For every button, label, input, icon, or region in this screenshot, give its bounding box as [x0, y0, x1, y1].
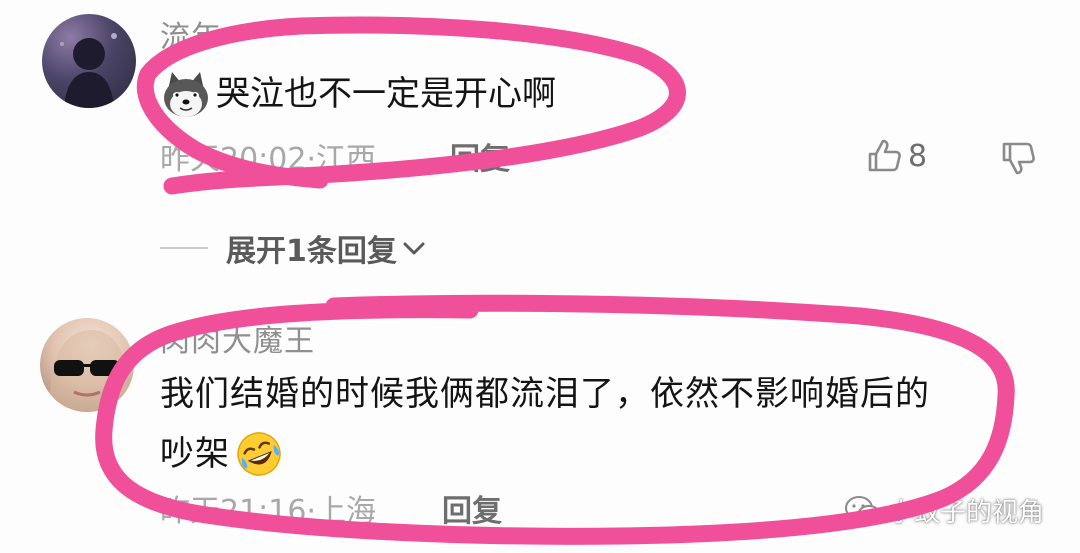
divider	[160, 247, 208, 249]
watermark: 小蚊子的视角	[844, 492, 1044, 529]
expand-replies[interactable]: 展开1条回复	[160, 226, 427, 270]
comment-text-content: 吵架	[160, 434, 230, 474]
comment-text-content: 哭泣也不一定是开心啊	[216, 74, 556, 114]
comment-text: 我们结婚的时候我俩都流泪了，依然不影响婚后的 吵架	[160, 364, 1030, 484]
avatar-illustration	[60, 33, 117, 108]
avatar-photo	[49, 330, 128, 412]
watermark-text: 小蚊子的视角	[887, 498, 1044, 528]
reply-button[interactable]: 回复	[442, 486, 502, 530]
comment-text: 哭泣也不一定是开心啊	[160, 64, 556, 124]
comment-text-line: 吵架	[160, 424, 284, 484]
rolling-laughing-icon	[237, 432, 281, 476]
avatar[interactable]	[42, 14, 136, 108]
comment-meta: 昨天21:16·上海	[160, 494, 376, 529]
comment-meta: 昨天20:02·江西	[160, 142, 376, 177]
username[interactable]: 流年	[160, 12, 222, 56]
comment-item: 流年 哭泣也不一定是开心啊 昨天20:02·江西 回复 8 展开1条回复	[0, 0, 1080, 269]
avatar[interactable]	[40, 318, 134, 412]
wechat-icon	[844, 495, 881, 525]
username[interactable]: 肉肉大魔王	[160, 316, 315, 360]
comment-text-line: 我们结婚的时候我俩都流泪了，依然不影响婚后的	[160, 374, 930, 414]
chevron-down-icon	[403, 242, 425, 255]
like-button[interactable]: 8	[864, 136, 927, 176]
like-count: 8	[908, 138, 928, 174]
shiba-dog-icon	[164, 72, 208, 117]
thumbs-up-icon	[868, 139, 901, 172]
thumbs-down-icon[interactable]	[998, 138, 1038, 178]
reply-button[interactable]: 回复	[450, 134, 510, 178]
expand-replies-label: 展开1条回复	[226, 234, 397, 269]
